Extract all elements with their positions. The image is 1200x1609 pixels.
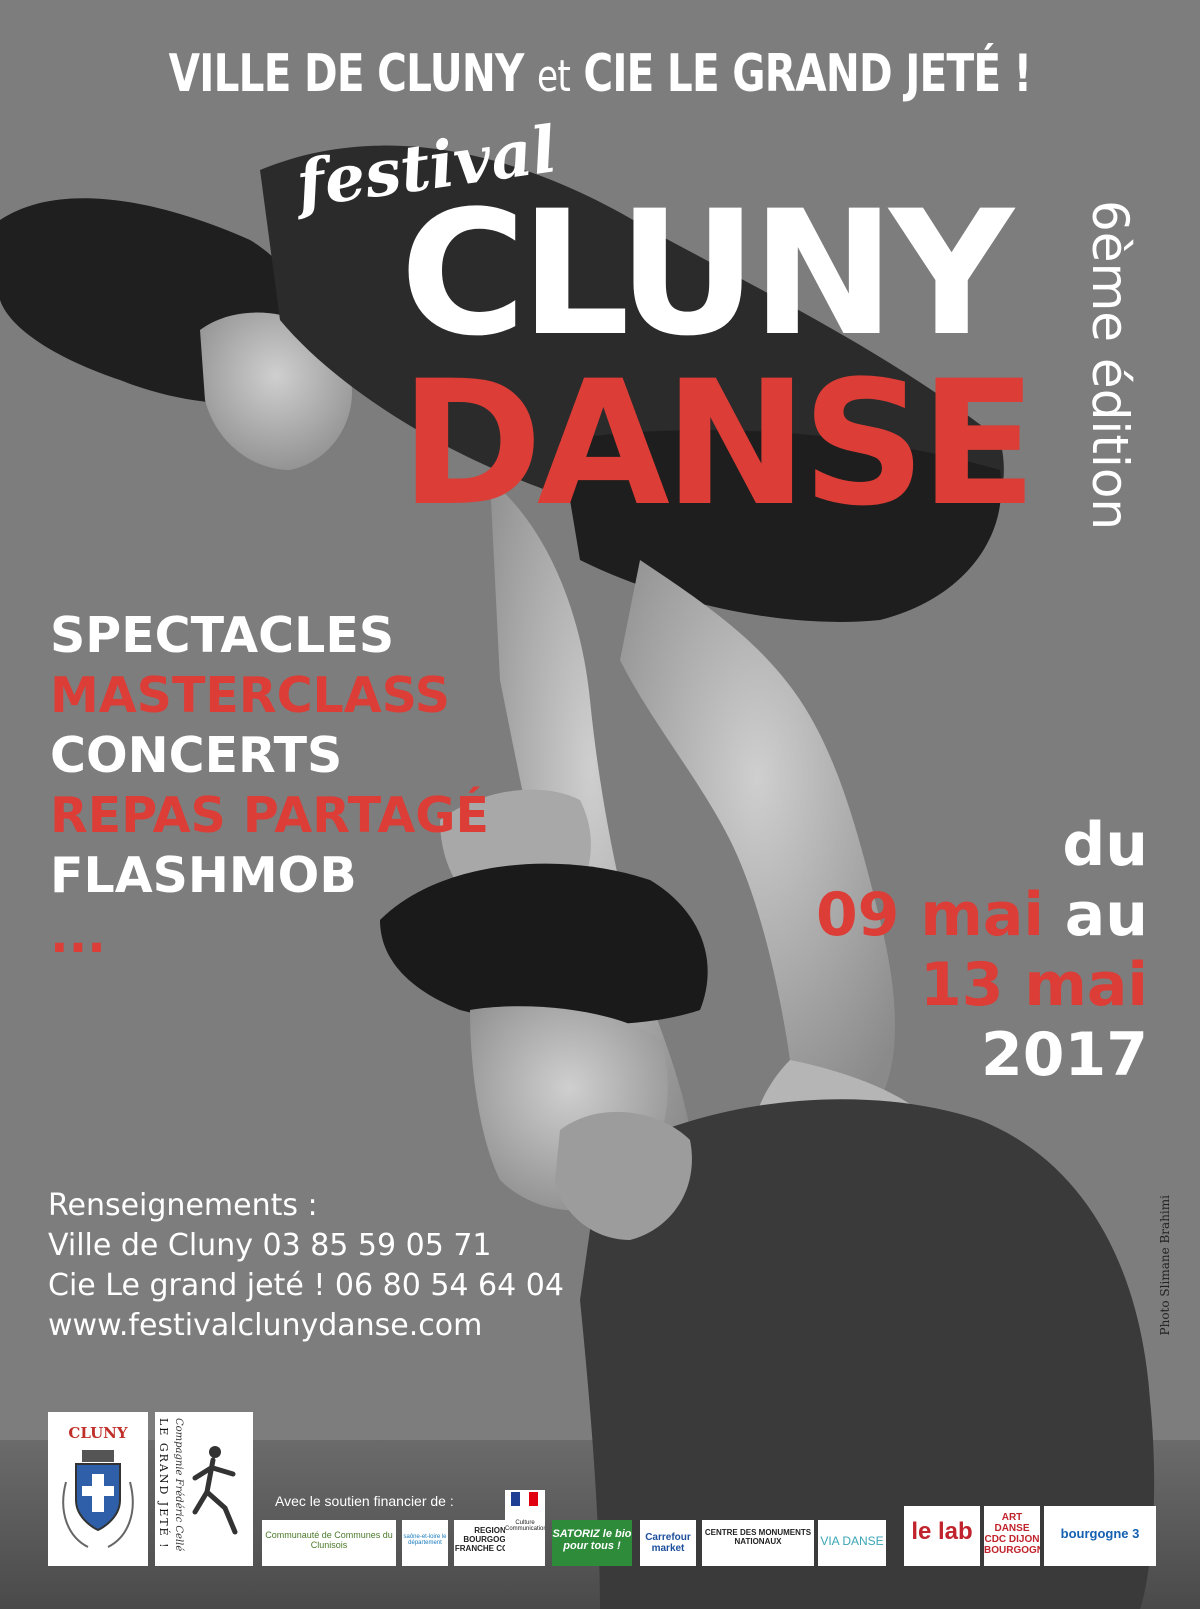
photo-credit: Photo Slimane Brahimi — [1158, 1195, 1172, 1336]
sponsor-logo: saône-et-loire le département — [402, 1520, 448, 1566]
dates-start-line: 09 mai au — [816, 880, 1148, 950]
sponsors-label: Avec le soutien financier de : — [275, 1493, 454, 1509]
sponsor-name: ART DANSE CDC DIJON BOURGOGNE — [984, 1512, 1040, 1556]
sponsor-name: Culture Communication — [505, 1520, 545, 1532]
sponsor-name: Communauté de Communes du Clunisois — [265, 1530, 393, 1550]
dates-end: 13 mai — [920, 950, 1148, 1020]
sponsor-name: VIA DANSE — [820, 1534, 884, 1548]
sponsor-name: Carrefour market — [645, 1532, 691, 1554]
dates-start: 09 mai — [815, 880, 1044, 950]
activity-item: FLASHMOB — [50, 847, 357, 904]
info-website[interactable]: www.festivalclunydanse.com — [48, 1306, 564, 1346]
sponsor-name: CENTRE DES MONUMENTS NATIONAUX — [704, 1528, 812, 1546]
organizers-line: VILLE DE CLUNY et CIE LE GRAND JETÉ ! — [132, 44, 1068, 104]
organizer-conjunction: et — [537, 51, 571, 102]
title-danse: DANSE — [400, 343, 1037, 544]
sponsor-logo: SATORIZ le bio pour tous ! — [552, 1520, 632, 1566]
contact-info: Renseignements : Ville de Cluny 03 85 59… — [48, 1186, 564, 1346]
poster: VILLE DE CLUNY et CIE LE GRAND JETÉ ! fe… — [0, 0, 1200, 1609]
sponsor-name: bourgogne 3 — [1060, 1526, 1140, 1541]
info-phone-ville: Ville de Cluny 03 85 59 05 71 — [48, 1228, 492, 1263]
activity-item: ... — [50, 907, 106, 964]
marianne-flag-icon — [511, 1492, 538, 1506]
activity-item: MASTERCLASS — [50, 667, 451, 724]
organizer-ville-de-cluny: VILLE DE CLUNY — [168, 44, 525, 104]
sponsor-logo: Culture Communication — [505, 1490, 545, 1566]
sponsor-logo: CENTRE DES MONUMENTS NATIONAUX — [702, 1520, 814, 1566]
dates-au: au — [1064, 880, 1148, 950]
sponsor-name: SATORIZ le bio pour tous ! — [552, 1528, 632, 1552]
activity-item: REPAS PARTAGÉ — [50, 787, 489, 844]
dates-du: du — [1062, 810, 1148, 880]
sponsor-logo: Communauté de Communes du Clunisois — [262, 1520, 396, 1566]
sponsor-name: le lab — [911, 1518, 973, 1545]
sponsor-logo: VIA DANSE — [818, 1520, 886, 1566]
activity-item: CONCERTS — [50, 727, 343, 784]
festival-dates: du 09 mai au 13 mai 2017 — [816, 810, 1148, 1090]
info-phone-cie: Cie Le grand jeté ! 06 80 54 64 04 — [48, 1268, 564, 1303]
cluny-crest-icon — [62, 1450, 134, 1548]
sponsor-logo: Carrefour market — [640, 1520, 696, 1566]
logo-ville-de-cluny: CLUNY — [48, 1412, 148, 1566]
activities-list: SPECTACLES MASTERCLASS CONCERTS REPAS PA… — [50, 606, 489, 966]
dancer-silhouette-icon — [192, 1446, 238, 1535]
sponsor-logo: bourgogne 3 — [1044, 1506, 1156, 1566]
sponsor-logo: ART DANSE CDC DIJON BOURGOGNE — [984, 1506, 1040, 1566]
dates-year: 2017 — [981, 1020, 1148, 1090]
activity-item: SPECTACLES — [50, 607, 395, 664]
sponsor-name: saône-et-loire le département — [403, 1534, 447, 1546]
title-cluny: CLUNY — [400, 173, 1014, 374]
logo-grand-jete: LE GRAND JETÉ ! Compagnie Frédéric Cellé — [155, 1412, 253, 1566]
sponsor-logo: le lab — [904, 1506, 980, 1566]
organizer-grand-jete: CIE LE GRAND JETÉ ! — [583, 44, 1032, 104]
info-heading: Renseignements : — [48, 1188, 318, 1223]
edition-label: 6ème édition — [1081, 200, 1139, 531]
